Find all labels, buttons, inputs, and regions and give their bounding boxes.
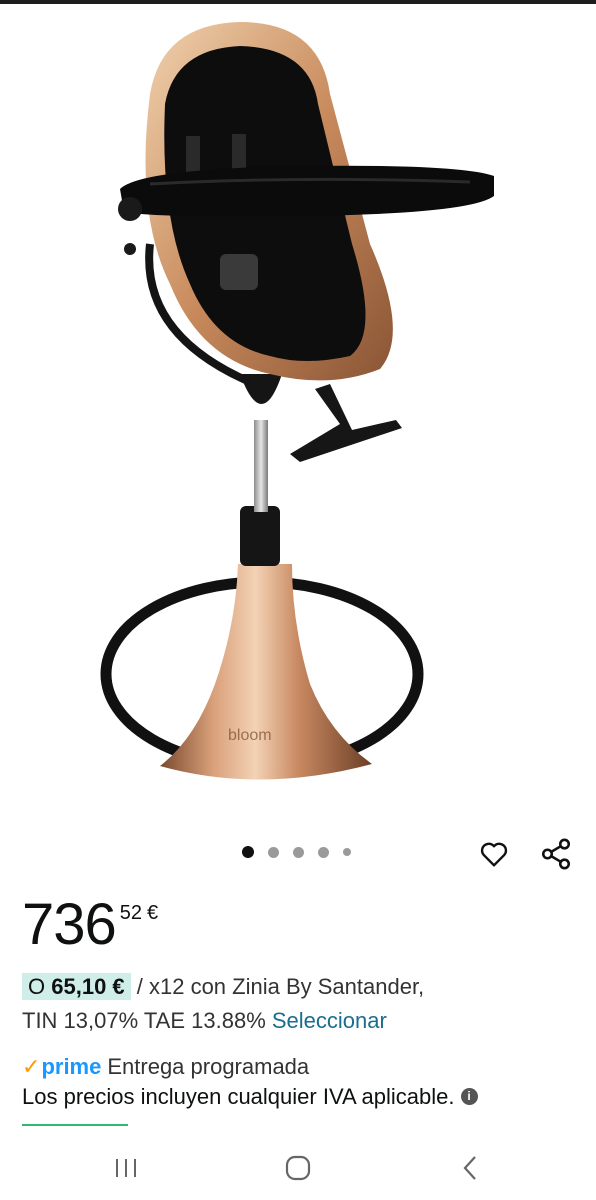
installment-details: / x12 con Zinia By Santander, xyxy=(130,974,425,999)
installment-highlight: O 65,10 € xyxy=(22,973,131,1000)
price: 736 52 € xyxy=(22,892,158,958)
brand-mark: bloom xyxy=(228,727,272,744)
home-button[interactable] xyxy=(268,1143,328,1193)
price-currency: € xyxy=(147,902,159,924)
back-button[interactable] xyxy=(440,1143,500,1193)
share-button[interactable] xyxy=(534,832,578,876)
financing-offer: O 65,10 € / x12 con Zinia By Santander, … xyxy=(22,970,582,1038)
back-icon xyxy=(463,1155,476,1180)
carousel-dot[interactable] xyxy=(293,846,304,858)
product-image[interactable]: bloom xyxy=(0,4,596,834)
wishlist-button[interactable] xyxy=(472,832,516,876)
carousel-dot[interactable] xyxy=(242,846,254,858)
carousel-dot[interactable] xyxy=(318,846,329,858)
installment-amount: 65,10 € xyxy=(51,974,125,999)
installment-prefix: O xyxy=(28,974,46,999)
image-carousel-dots[interactable] xyxy=(242,846,351,858)
carousel-dot[interactable] xyxy=(343,848,351,856)
prime-check-icon: ✓ xyxy=(22,1054,41,1079)
section-divider xyxy=(22,1124,128,1126)
price-whole: 736 xyxy=(22,892,117,957)
home-icon xyxy=(285,1155,311,1180)
select-financing-link[interactable]: Seleccionar xyxy=(272,1008,387,1033)
recent-apps-button[interactable] xyxy=(96,1143,156,1193)
share-icon xyxy=(541,838,571,870)
delivery-info: ✓ prime Entrega programada Los precios in… xyxy=(22,1052,582,1112)
vat-note: Los precios incluyen cualquier IVA aplic… xyxy=(22,1084,455,1109)
recent-apps-icon xyxy=(116,1158,136,1177)
prime-label: prime xyxy=(41,1054,102,1079)
heart-icon xyxy=(480,842,508,867)
system-nav-bar xyxy=(0,1135,596,1200)
price-fraction: 52 xyxy=(119,902,143,924)
scheduled-delivery: Entrega programada xyxy=(107,1054,310,1079)
financing-rates: TIN 13,07% TAE 13.88% xyxy=(22,1008,272,1033)
prime-logo: ✓ prime xyxy=(22,1052,101,1082)
carousel-dot[interactable] xyxy=(268,846,279,858)
info-icon[interactable]: i xyxy=(460,1087,478,1105)
